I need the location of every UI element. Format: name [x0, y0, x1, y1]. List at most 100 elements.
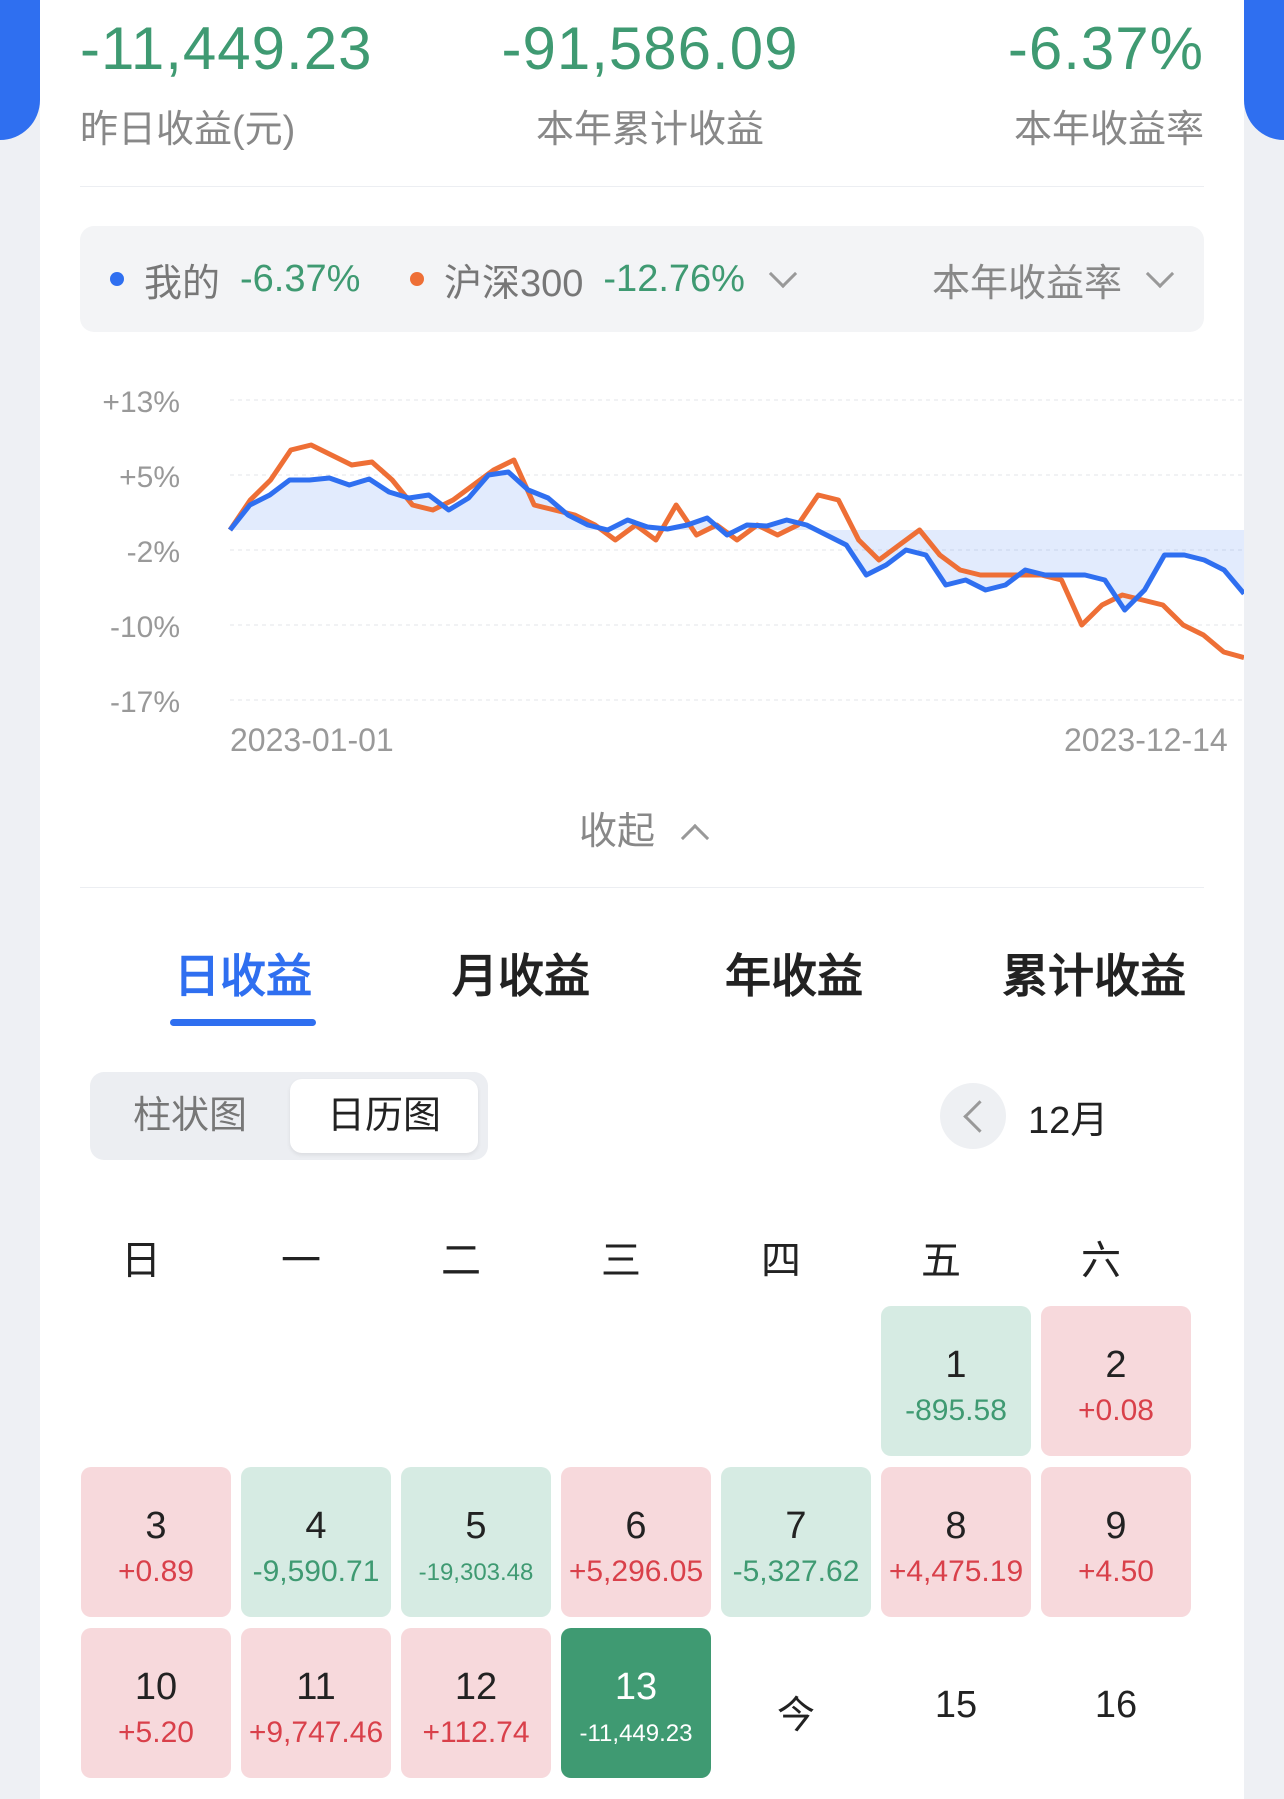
- day-number: 10: [134, 1666, 178, 1708]
- tab-label: 月收益: [452, 950, 590, 1002]
- day-number: 1: [945, 1344, 967, 1386]
- calendar-day[interactable]: 16: [1041, 1628, 1191, 1778]
- rate-label: 本年收益率: [1013, 109, 1204, 151]
- calendar-day-selected[interactable]: 13 -11,449.23: [561, 1628, 711, 1778]
- calendar-day-today[interactable]: 今: [721, 1628, 871, 1778]
- day-return: +4.50: [1078, 1555, 1154, 1588]
- prev-month-button[interactable]: [940, 1083, 1006, 1149]
- day-return: +5.20: [118, 1716, 194, 1749]
- yesterday-value: -11,449.23: [80, 15, 373, 82]
- bench-pct: -12.76%: [603, 257, 745, 300]
- tab-monthly[interactable]: 月收益: [452, 940, 590, 1006]
- day-number: 4: [305, 1505, 327, 1547]
- ytd-value: -91,586.09: [501, 15, 799, 82]
- stat-ytd: -91,586.09 本年累计收益: [500, 14, 800, 152]
- calendar-day[interactable]: 15: [881, 1628, 1031, 1778]
- returns-chart: +13% +5% -2% -10% -17% 2023-01-01 2023-1…: [80, 370, 1244, 770]
- chevron-up-icon: [680, 823, 710, 853]
- current-month: 12月: [1028, 1099, 1109, 1142]
- day-number: 今: [776, 1695, 815, 1737]
- day-return: +4,475.19: [888, 1555, 1024, 1588]
- day-number: 12: [454, 1666, 498, 1708]
- benchmark-selector[interactable]: 沪深300 -12.76%: [410, 226, 798, 332]
- period-tabs: 日收益 月收益 年收益 累计收益: [80, 940, 1204, 1030]
- day-number: 7: [785, 1505, 807, 1547]
- metric-label: 本年收益率: [931, 262, 1122, 305]
- weekday-label: 一: [281, 1239, 321, 1283]
- calendar-day[interactable]: 11 +9,747.46: [241, 1628, 391, 1778]
- header-accent-right: [1244, 0, 1284, 140]
- day-number: 3: [145, 1505, 167, 1547]
- chevron-down-icon: [1145, 259, 1175, 289]
- ytd-label: 本年累计收益: [535, 109, 764, 151]
- header-accent-left: [0, 0, 40, 140]
- calendar-day[interactable]: 9 +4.50: [1041, 1467, 1191, 1617]
- calendar-day[interactable]: 5 -19,303.48: [401, 1467, 551, 1617]
- day-number: 6: [625, 1505, 647, 1547]
- bench-dot-icon: [410, 272, 424, 286]
- day-return: +9,747.46: [248, 1716, 384, 1749]
- stat-rate: -6.37% 本年收益率: [1008, 14, 1204, 152]
- day-number: 16: [1094, 1684, 1138, 1726]
- calendar-day[interactable]: 8 +4,475.19: [881, 1467, 1031, 1617]
- day-return: -19,303.48: [418, 1559, 534, 1586]
- tab-label: 年收益: [725, 950, 863, 1002]
- tab-label: 累计收益: [1002, 950, 1186, 1002]
- y-tick: +5%: [119, 461, 180, 494]
- y-tick: +13%: [102, 386, 180, 419]
- mine-dot-icon: [110, 272, 124, 286]
- weekday-label: 六: [1081, 1239, 1121, 1283]
- weekday-label: 日: [121, 1239, 161, 1283]
- chevron-down-icon: [768, 259, 798, 289]
- day-number: 2: [1105, 1344, 1127, 1386]
- calendar-day[interactable]: 2 +0.08: [1041, 1306, 1191, 1456]
- yesterday-label: 昨日收益(元): [80, 109, 296, 151]
- day-number: 9: [1105, 1505, 1127, 1547]
- calendar-day[interactable]: 4 -9,590.71: [241, 1467, 391, 1617]
- calendar-day[interactable]: 7 -5,327.62: [721, 1467, 871, 1617]
- calendar-day[interactable]: 12 +112.74: [401, 1628, 551, 1778]
- month-nav: 12月: [940, 1083, 1108, 1149]
- stat-yesterday: -11,449.23 昨日收益(元): [80, 14, 372, 152]
- collapse-button[interactable]: 收起: [40, 800, 1244, 855]
- day-number: 13: [614, 1666, 658, 1708]
- day-return: +112.74: [422, 1716, 530, 1749]
- day-number: 15: [934, 1684, 978, 1726]
- day-number: 8: [945, 1505, 967, 1547]
- compare-bar: 我的 -6.37% 沪深300 -12.76% 本年收益率: [80, 226, 1204, 332]
- day-return: -5,327.62: [732, 1555, 860, 1588]
- y-tick: -10%: [109, 611, 180, 644]
- weekday-label: 五: [921, 1239, 961, 1283]
- legend-mine: 我的 -6.37%: [110, 226, 360, 332]
- view-toggle: 柱状图 日历图: [90, 1072, 488, 1160]
- view-bar-chart[interactable]: 柱状图: [100, 1079, 280, 1153]
- day-return: +5,296.05: [568, 1555, 704, 1588]
- day-return: -11,449.23: [579, 1720, 693, 1747]
- calendar-day[interactable]: 6 +5,296.05: [561, 1467, 711, 1617]
- y-tick: -2%: [126, 536, 180, 569]
- weekday-label: 二: [441, 1239, 481, 1283]
- view-calendar[interactable]: 日历图: [290, 1079, 478, 1153]
- metric-selector[interactable]: 本年收益率: [931, 226, 1175, 332]
- returns-chart-svg: [227, 399, 1244, 701]
- day-return: +0.89: [118, 1555, 194, 1588]
- day-return: -9,590.71: [252, 1555, 380, 1588]
- y-tick: -17%: [109, 686, 180, 719]
- tab-cumulative[interactable]: 累计收益: [1002, 940, 1186, 1006]
- collapse-label: 收起: [578, 811, 655, 853]
- x-tick: 2023-12-14: [1064, 722, 1228, 758]
- summary-stats: -11,449.23 昨日收益(元) -91,586.09 本年累计收益 -6.…: [80, 0, 1204, 187]
- tab-yearly[interactable]: 年收益: [725, 940, 863, 1006]
- calendar-day[interactable]: 1 -895.58: [881, 1306, 1031, 1456]
- divider: [80, 887, 1204, 888]
- day-return: -895.58: [905, 1394, 1007, 1427]
- mine-name: 我的: [144, 262, 221, 305]
- x-tick: 2023-01-01: [230, 722, 394, 758]
- bench-name: 沪深300: [444, 262, 584, 305]
- calendar-day[interactable]: 10 +5.20: [81, 1628, 231, 1778]
- tab-daily[interactable]: 日收益: [170, 940, 316, 1026]
- mine-pct: -6.37%: [240, 257, 361, 300]
- tab-active-indicator: [170, 1019, 316, 1026]
- earnings-card: -11,449.23 昨日收益(元) -91,586.09 本年累计收益 -6.…: [40, 0, 1244, 1799]
- calendar-day[interactable]: 3 +0.89: [81, 1467, 231, 1617]
